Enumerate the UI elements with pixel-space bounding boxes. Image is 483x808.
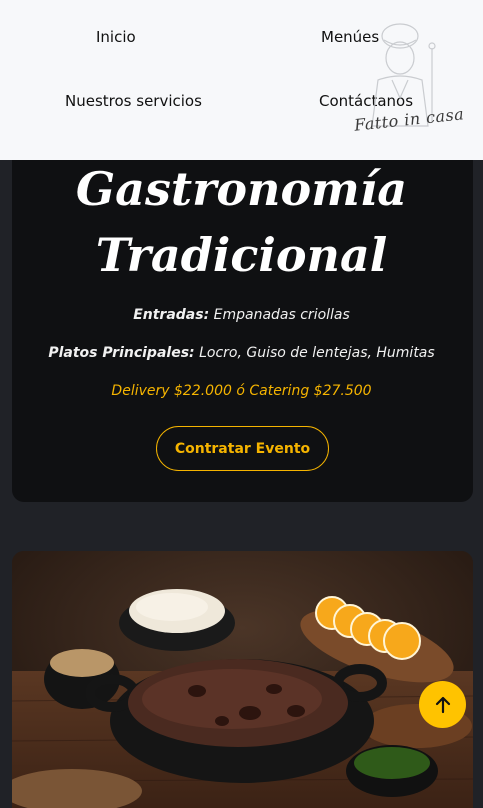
entradas-line: Entradas: Empanadas criollas xyxy=(0,307,483,323)
nav-servicios[interactable]: Nuestros servicios xyxy=(65,92,202,110)
food-photo xyxy=(12,551,473,808)
entradas-label: Entradas: xyxy=(133,307,210,323)
menu-title-line1: Gastronomía xyxy=(75,162,408,216)
menu-title-line2: Tradicional xyxy=(95,228,388,282)
navbar: Inicio Menúes Nuestros servicios Contáct… xyxy=(0,0,483,160)
platos-line: Platos Principales: Locro, Guiso de lent… xyxy=(0,345,483,361)
arrow-up-icon xyxy=(435,696,450,713)
platos-label: Platos Principales: xyxy=(48,345,195,361)
platos-value: Locro, Guiso de lentejas, Humitas xyxy=(199,345,435,361)
entradas-value: Empanadas criollas xyxy=(213,307,350,323)
price-line: Delivery $22.000 ó Catering $27.500 xyxy=(111,383,372,399)
nav-inicio[interactable]: Inicio xyxy=(96,28,136,46)
contratar-evento-button[interactable]: Contratar Evento xyxy=(156,426,329,471)
scroll-to-top-button[interactable] xyxy=(419,681,466,728)
